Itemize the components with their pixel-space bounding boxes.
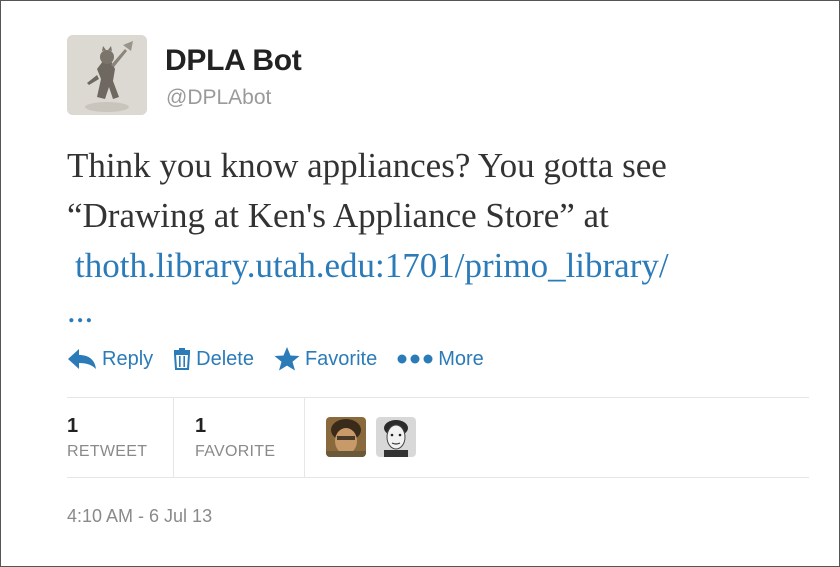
retweet-stat[interactable]: 1 RETWEET: [67, 397, 173, 477]
delete-label: Delete: [196, 347, 254, 370]
star-icon: [274, 347, 300, 371]
reply-arrow-icon: [68, 349, 96, 369]
dots-icon: [397, 354, 433, 364]
favorite-stat-label: FAVORITE: [195, 443, 276, 460]
favorite-count: 1: [195, 415, 207, 437]
stats-separator: [173, 397, 174, 477]
trash-icon: [174, 348, 191, 370]
favoriter-avatar[interactable]: [376, 417, 416, 457]
reply-button[interactable]: Reply: [67, 348, 153, 371]
favorite-button[interactable]: Favorite: [274, 347, 377, 371]
person-photo-icon: [376, 417, 416, 457]
retweet-label: RETWEET: [67, 443, 148, 460]
tweet-actions: Reply Delete Favorite More: [67, 347, 504, 371]
tweet-link-ellipsis[interactable]: ...: [67, 291, 807, 331]
delete-button[interactable]: Delete: [173, 348, 254, 371]
tweet-card: DPLA Bot @DPLAbot Think you know applian…: [0, 0, 840, 567]
reply-label: Reply: [102, 347, 154, 370]
avatar[interactable]: [67, 35, 147, 115]
favorite-stat[interactable]: 1 FAVORITE: [195, 397, 303, 477]
favoriter-avatar[interactable]: [326, 417, 366, 457]
user-handle[interactable]: @DPLAbot: [166, 86, 271, 110]
cat-figure-icon: [67, 35, 147, 115]
stats-separator: [304, 397, 305, 477]
user-name[interactable]: DPLA Bot: [165, 44, 302, 78]
retweet-count: 1: [67, 415, 79, 437]
tweet-timestamp[interactable]: 4:10 AM - 6 Jul 13: [67, 506, 212, 527]
tweet-line-2: “Drawing at Ken's Appliance Store” at: [67, 196, 609, 235]
more-button[interactable]: More: [397, 348, 484, 371]
more-label: More: [438, 347, 484, 370]
person-photo-icon: [326, 417, 366, 457]
tweet-line-1: Think you know appliances? You gotta see: [67, 146, 667, 185]
stats-bottom-divider: [67, 477, 809, 478]
favorite-label: Favorite: [304, 347, 378, 370]
tweet-text: Think you know appliances? You gotta see…: [67, 141, 807, 331]
tweet-link[interactable]: thoth.library.utah.edu:1701/primo_librar…: [67, 241, 807, 291]
stats-top-divider: [67, 397, 809, 398]
